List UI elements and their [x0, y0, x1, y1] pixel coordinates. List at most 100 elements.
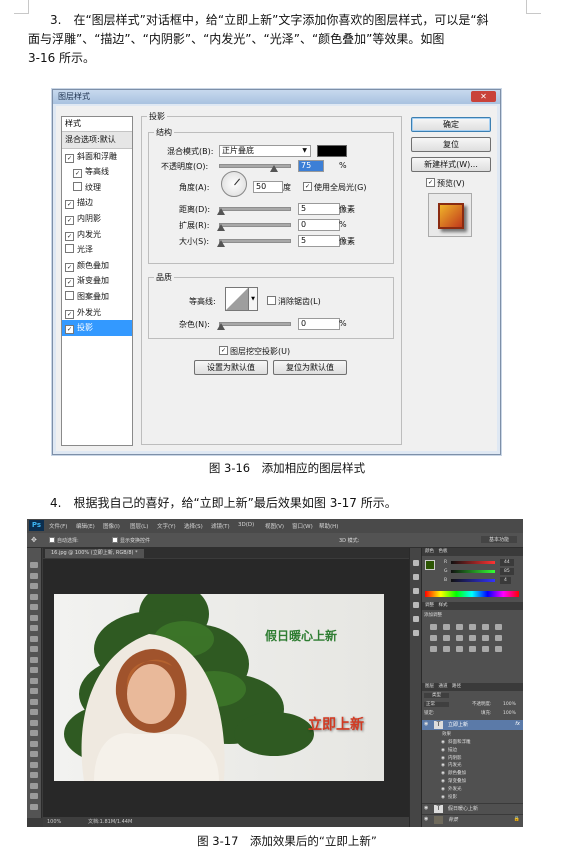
style-checkbox[interactable] — [65, 290, 74, 300]
tool-icon[interactable] — [30, 625, 38, 631]
tool-icon[interactable] — [30, 740, 38, 747]
style-item[interactable]: ✓ 斜面和浮雕 — [62, 149, 132, 165]
tool-icon[interactable] — [30, 677, 38, 684]
close-button[interactable]: ✕ — [471, 91, 496, 102]
ps-menu-item[interactable]: 滤镜(T) — [211, 522, 230, 530]
angle-input[interactable]: 50 — [253, 181, 283, 193]
eye-icon[interactable]: ◉ — [441, 747, 445, 754]
ps-menu-item[interactable]: 帮助(H) — [319, 522, 338, 530]
blend-mode-select[interactable]: 正片叠底 ▼ — [219, 145, 311, 157]
noise-slider[interactable] — [219, 322, 291, 326]
adjustment-icon[interactable] — [469, 635, 476, 641]
style-item[interactable]: ✓ 等高线 — [62, 164, 132, 180]
style-item[interactable]: 光泽 — [62, 242, 132, 258]
adjustment-icon[interactable] — [495, 624, 502, 630]
eye-icon[interactable]: ◉ — [441, 739, 445, 746]
opacity-slider-thumb[interactable] — [270, 165, 278, 172]
effect-item[interactable]: ◉ 投影 — [424, 794, 522, 801]
tool-icon[interactable] — [30, 719, 38, 726]
channel-slider[interactable] — [451, 561, 495, 564]
layer-row-text[interactable]: ◉ T 立即上新 fx — [422, 720, 523, 730]
eye-icon[interactable]: ◉ — [441, 762, 445, 769]
blend-options-item[interactable]: 混合选项:默认 — [62, 132, 132, 149]
ps-menu-item[interactable]: 窗口(W) — [292, 522, 313, 530]
channel-slider[interactable] — [451, 570, 495, 573]
effect-item[interactable]: ◉ 渐变叠加 — [424, 778, 522, 785]
layer-row-background[interactable]: ◉ 背景 🔒 — [422, 814, 523, 825]
styles-header[interactable]: 样式 — [62, 117, 132, 132]
show-transform-checkbox[interactable] — [112, 537, 118, 543]
style-checkbox[interactable]: ✓ — [65, 153, 74, 163]
style-item[interactable]: ✓ 渐变叠加 — [62, 273, 132, 289]
shadow-color-swatch[interactable] — [317, 145, 347, 157]
reset-button[interactable]: 复位 — [411, 137, 491, 152]
tool-icon[interactable] — [30, 583, 38, 589]
eye-icon[interactable]: ◉ — [441, 786, 445, 793]
zoom-level[interactable]: 100% — [47, 817, 61, 827]
rgb-slider-row[interactable]: R 44 — [444, 559, 522, 566]
tool-icon[interactable] — [30, 782, 38, 789]
ps-menu-item[interactable]: 3D(D) — [238, 522, 254, 528]
channel-value[interactable]: 85 — [500, 568, 514, 575]
tool-icon[interactable] — [30, 656, 38, 663]
tool-icon[interactable] — [30, 709, 38, 715]
ok-button[interactable]: 确定 — [411, 117, 491, 132]
style-checkbox[interactable]: ✓ — [65, 262, 74, 272]
tool-icon[interactable] — [30, 635, 38, 642]
style-item[interactable]: 纹理 — [62, 180, 132, 196]
eye-icon[interactable]: ◉ — [424, 816, 428, 822]
effect-item[interactable]: ◉ 内发光 — [424, 762, 522, 769]
style-item[interactable]: ✓ 描边 — [62, 195, 132, 211]
dock-icon[interactable] — [413, 602, 419, 608]
style-checkbox[interactable]: ✓ — [73, 169, 82, 179]
tool-icon[interactable] — [30, 646, 38, 652]
auto-select-checkbox[interactable] — [49, 537, 55, 543]
style-item[interactable]: ✓ 内阴影 — [62, 211, 132, 227]
new-style-button[interactable]: 新建样式(W)... — [411, 157, 491, 172]
tool-icon[interactable] — [30, 730, 38, 736]
antialias-checkbox[interactable] — [267, 296, 276, 305]
adjustment-icon[interactable] — [482, 624, 489, 630]
tool-icon[interactable] — [30, 572, 38, 579]
style-checkbox[interactable] — [65, 244, 74, 254]
adjustment-icon[interactable] — [443, 646, 450, 652]
eye-icon[interactable]: ◉ — [424, 805, 428, 811]
size-input[interactable]: 5 — [298, 235, 340, 247]
dock-icon[interactable] — [413, 630, 419, 636]
opacity-slider[interactable] — [219, 164, 291, 168]
eye-icon[interactable]: ◉ — [441, 778, 445, 785]
effect-item[interactable]: ◉ 描边 — [424, 747, 522, 754]
tool-icon[interactable] — [30, 688, 38, 694]
ps-menu-item[interactable]: 视图(V) — [265, 522, 284, 530]
channel-value[interactable]: 4 — [500, 577, 511, 584]
tool-icon[interactable] — [30, 761, 38, 768]
adjustment-icon[interactable] — [430, 635, 437, 641]
effect-item[interactable]: ◉ 颜色叠加 — [424, 770, 522, 777]
foreground-color[interactable] — [425, 560, 435, 570]
tool-icon[interactable] — [30, 751, 38, 757]
effect-item[interactable]: ◉ 内阴影 — [424, 755, 522, 762]
tool-icon[interactable] — [30, 593, 38, 600]
adjustment-icon[interactable] — [430, 624, 437, 630]
ps-menu-item[interactable]: 编辑(E) — [76, 522, 95, 530]
tool-icon[interactable] — [30, 667, 38, 673]
adjustment-icon[interactable] — [430, 646, 437, 652]
style-item[interactable]: ✓ 内发光 — [62, 227, 132, 243]
rgb-slider-row[interactable]: G 85 — [444, 568, 522, 575]
global-light-checkbox[interactable]: ✓ — [303, 182, 312, 191]
adjustment-icon[interactable] — [456, 646, 463, 652]
adjustment-icon[interactable] — [456, 635, 463, 641]
dock-icon[interactable] — [413, 616, 419, 622]
dock-icon[interactable] — [413, 560, 419, 566]
style-item[interactable]: ✓ 投影 — [62, 320, 132, 336]
layer-opacity-value[interactable]: 100% — [503, 701, 516, 708]
adjustment-icon[interactable] — [469, 646, 476, 652]
dock-icon[interactable] — [413, 588, 419, 594]
style-item[interactable]: ✓ 外发光 — [62, 305, 132, 321]
ps-menu-item[interactable]: 图像(I) — [103, 522, 120, 530]
tool-icon[interactable] — [30, 562, 38, 568]
style-checkbox[interactable]: ✓ — [65, 200, 74, 210]
style-checkbox[interactable]: ✓ — [65, 278, 74, 288]
adjustment-icon[interactable] — [495, 635, 502, 641]
tool-icon[interactable] — [30, 614, 38, 621]
